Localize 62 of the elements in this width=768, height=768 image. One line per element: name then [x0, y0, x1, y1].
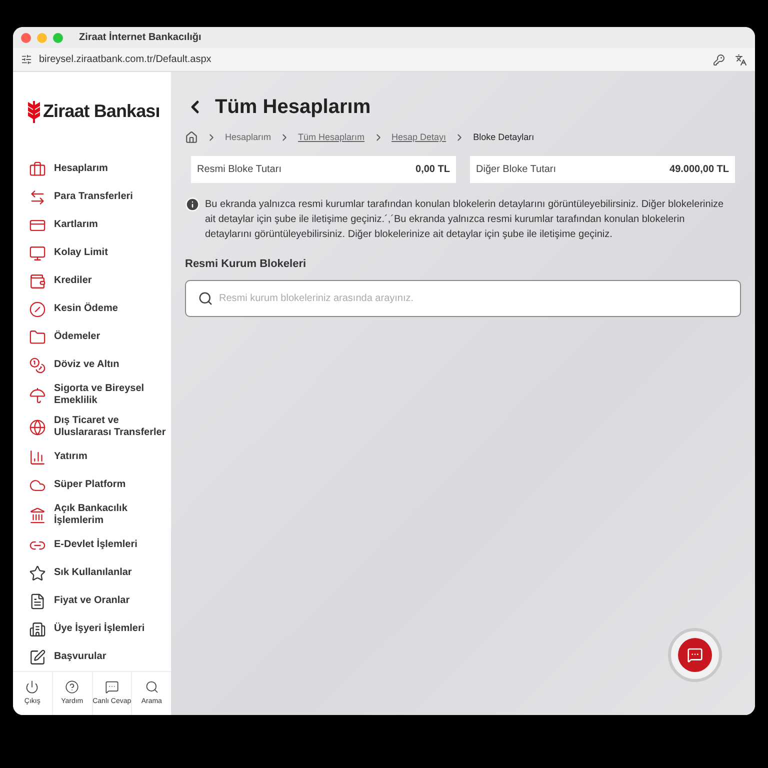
section-title: Resmi Kurum Blokeleri: [185, 256, 308, 272]
key-icon[interactable]: [713, 54, 725, 66]
total-value: 0,00 TL: [416, 162, 450, 176]
sidebar-item[interactable]: Yatırım: [13, 443, 171, 471]
sidebar-item[interactable]: Açık Bankacılık İşlemlerim: [13, 499, 171, 531]
sidebar-item[interactable]: Fiyat ve Oranlar: [13, 587, 171, 615]
site-settings-icon[interactable]: [21, 54, 32, 65]
total-label: Diğer Bloke Tutarı: [476, 162, 556, 176]
search-icon: [144, 680, 159, 694]
wheat-logo-icon: [28, 100, 40, 122]
arrows-icon: [29, 188, 46, 206]
breadcrumb-item[interactable]: Tüm Hesaplarım: [298, 131, 365, 144]
office-building-icon: [29, 620, 46, 638]
sidebar-item[interactable]: Sigorta ve Bireysel Emeklilik: [13, 379, 171, 411]
power-icon: [25, 680, 40, 694]
globe-icon: [29, 418, 46, 436]
sidebar-item[interactable]: Kartlarım: [13, 211, 171, 239]
chat-button[interactable]: [668, 628, 722, 682]
chat-icon: [687, 647, 703, 663]
wallet-icon: [29, 272, 46, 290]
close-icon[interactable]: [21, 32, 31, 42]
search-field[interactable]: Resmi kurum blokeleriniz arasında arayınız.: [185, 280, 741, 317]
sidebar-item[interactable]: Başvurular: [13, 643, 171, 671]
sidebar-item[interactable]: E-Devlet İşlemleri: [13, 531, 171, 559]
bank-building-icon: [29, 506, 46, 524]
sidebar-item[interactable]: Krediler: [13, 267, 171, 295]
sidebar-item[interactable]: Dış Ticaret ve Uluslararası Transferler: [13, 411, 171, 443]
sidebar-item[interactable]: Kesin Ödeme: [13, 295, 171, 323]
slashed-circle-icon: [29, 300, 46, 318]
sidebar-item[interactable]: Ödemeler: [13, 323, 171, 351]
edit-icon: [29, 648, 46, 666]
breadcrumb-item: Bloke Detayları: [473, 131, 534, 144]
window-title: Ziraat İnternet Bankacılığı: [79, 30, 202, 45]
sidebar-item[interactable]: Döviz ve Altın: [13, 351, 171, 379]
sidebar-item[interactable]: Para Transferleri: [13, 183, 171, 211]
page-title: Tüm Hesaplarım: [215, 95, 371, 120]
briefcase-icon: [29, 160, 46, 178]
chat-icon: [104, 680, 119, 694]
search-icon: [198, 291, 213, 306]
breadcrumb-item[interactable]: Hesaplarım: [225, 131, 272, 144]
document-icon: [29, 592, 46, 610]
monitor-icon: [29, 244, 46, 262]
home-icon[interactable]: [185, 131, 198, 144]
sidebar-item[interactable]: Üye İşyeri İşlemleri: [13, 615, 171, 643]
total-label: Resmi Bloke Tutarı: [197, 162, 282, 176]
bar-chart-icon: [29, 448, 46, 466]
sidebar-item[interactable]: Sık Kullanılanlar: [13, 559, 171, 587]
total-value: 49.000,00 TL: [670, 162, 729, 176]
sidebar-item[interactable]: Hesaplarım: [13, 155, 171, 183]
bank-logo-text: Ziraat Bankası: [43, 100, 160, 123]
info-icon: [185, 196, 200, 212]
breadcrumb-item[interactable]: Hesap Detayı: [392, 131, 446, 144]
umbrella-icon: [29, 386, 46, 404]
coins-icon: [29, 356, 46, 374]
help-icon: [65, 680, 80, 694]
translate-icon[interactable]: [735, 54, 747, 66]
sidebar-item[interactable]: Kolay Limit: [13, 239, 171, 267]
folder-icon: [29, 328, 46, 346]
url-text[interactable]: bireysel.ziraatbank.com.tr/Default.aspx: [39, 52, 212, 67]
sidebar-item[interactable]: Süper Platform: [13, 471, 171, 499]
info-text: Bu ekranda yalnızca resmi kurumlar tarafından konulan blokelerin detaylarını görüntüleyebilirsiniz. Diğer blokelerinize ait detaylar için şube ile iletişime geçiniz.´,´Bu ekranda yalnızca resmi kurumlar tarafından konulan blokelerin detaylarını görüntüleyebilirsiniz. Diğer blokelerinize ait detaylar için şube ile iletişime geçiniz.: [205, 198, 725, 242]
star-icon: [29, 564, 46, 582]
